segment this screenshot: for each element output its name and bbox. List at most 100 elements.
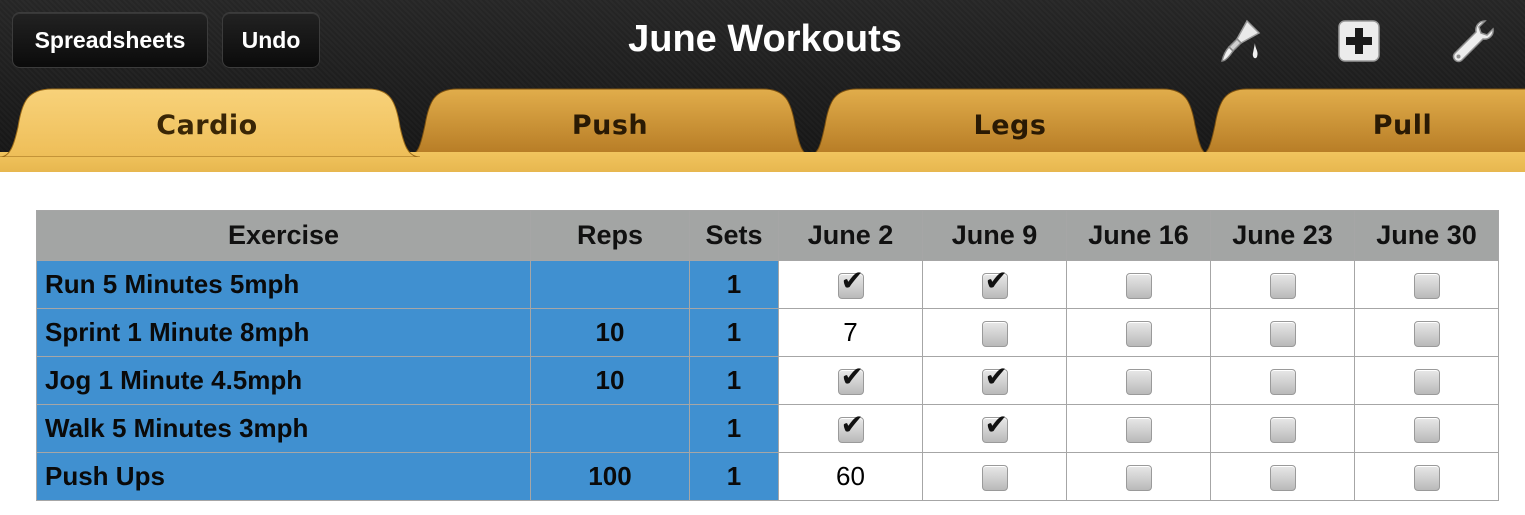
tab-label: Pull [1372,109,1433,141]
date-cell[interactable]: ✔ [778,260,923,309]
undo-button[interactable]: Undo [222,12,320,68]
table-body: Run 5 Minutes 5mph 1 ✔ ✔ Sprint 1 Minute 8mp… [36,260,1499,501]
checkbox-unchecked[interactable] [1413,465,1440,492]
wrench-icon[interactable] [1448,16,1498,66]
header-reps[interactable]: Reps [530,210,690,261]
reps-cell[interactable] [530,404,690,453]
date-cell[interactable] [1210,404,1355,453]
checkbox-checked[interactable]: ✔ [981,410,1008,444]
exercise-cell[interactable]: Run 5 Minutes 5mph [36,260,531,309]
reps-cell[interactable]: 10 [530,356,690,405]
exercise-cell[interactable]: Sprint 1 Minute 8mph [36,308,531,357]
date-cell[interactable] [1354,404,1499,453]
date-cell[interactable] [1210,452,1355,501]
tab-cardio[interactable]: Cardio [0,87,420,157]
date-cell[interactable] [1066,260,1211,309]
checkbox-unchecked[interactable] [1269,465,1296,492]
exercise-cell[interactable]: Jog 1 Minute 4.5mph [36,356,531,405]
checkbox-unchecked[interactable] [981,321,1008,348]
checkbox-checked[interactable]: ✔ [837,410,864,444]
header-june-9[interactable]: June 9 [922,210,1067,261]
date-cell[interactable] [1066,452,1211,501]
date-cell[interactable] [1210,260,1355,309]
cell-value: 60 [836,461,865,491]
date-cell[interactable] [1066,404,1211,453]
workout-table: Exercise Reps Sets June 2 June 9 June 16… [36,210,1499,501]
checkmark-icon: ✔ [840,408,864,442]
checkbox-unchecked[interactable] [1125,417,1152,444]
date-cell[interactable]: 60 [778,452,923,501]
header-june-30[interactable]: June 30 [1354,210,1499,261]
checkbox-unchecked[interactable] [1413,369,1440,396]
tab-label: Cardio [156,109,258,141]
checkbox-unchecked[interactable] [1125,273,1152,300]
sets-cell[interactable]: 1 [689,356,779,405]
exercise-cell[interactable]: Walk 5 Minutes 3mph [36,404,531,453]
checkbox-unchecked[interactable] [1413,417,1440,444]
sets-cell[interactable]: 1 [689,452,779,501]
date-cell[interactable] [1210,356,1355,405]
date-cell[interactable] [1066,308,1211,357]
checkbox-unchecked[interactable] [981,465,1008,492]
exercise-cell[interactable]: Push Ups [36,452,531,501]
date-cell[interactable] [1354,260,1499,309]
tab-push[interactable]: Push [405,87,815,157]
table-row: Push Ups 100 1 60 [36,452,1499,501]
reps-cell[interactable]: 100 [530,452,690,501]
date-cell[interactable] [1210,308,1355,357]
header-june-2[interactable]: June 2 [778,210,923,261]
date-cell[interactable] [1354,452,1499,501]
checkbox-unchecked[interactable] [1125,465,1152,492]
reps-cell[interactable]: 10 [530,308,690,357]
header-june-23[interactable]: June 23 [1210,210,1355,261]
date-cell[interactable]: ✔ [778,404,923,453]
date-cell[interactable]: 7 [778,308,923,357]
tab-legs[interactable]: Legs [805,87,1215,157]
date-cell[interactable]: ✔ [922,404,1067,453]
checkbox-unchecked[interactable] [1269,417,1296,444]
tab-label: Legs [973,109,1047,141]
date-cell[interactable]: ✔ [922,356,1067,405]
checkbox-checked[interactable]: ✔ [837,362,864,396]
table-row: Run 5 Minutes 5mph 1 ✔ ✔ [36,260,1499,309]
reps-cell[interactable] [530,260,690,309]
checkbox-unchecked[interactable] [1269,321,1296,348]
header-exercise[interactable]: Exercise [36,210,531,261]
table-row: Walk 5 Minutes 3mph 1 ✔ ✔ [36,404,1499,453]
date-cell[interactable] [922,452,1067,501]
date-cell[interactable] [1066,356,1211,405]
tab-pull[interactable]: Pull [1195,87,1525,157]
header-june-16[interactable]: June 16 [1066,210,1211,261]
checkmark-icon: ✔ [984,408,1008,442]
paintbrush-icon[interactable] [1216,16,1266,66]
header-sets[interactable]: Sets [689,210,779,261]
sets-cell[interactable]: 1 [689,404,779,453]
date-cell[interactable]: ✔ [922,260,1067,309]
sets-cell[interactable]: 1 [689,260,779,309]
checkmark-icon: ✔ [840,264,864,298]
checkmark-icon: ✔ [984,264,1008,298]
checkbox-checked[interactable]: ✔ [837,266,864,300]
cell-value: 7 [843,317,858,347]
checkbox-unchecked[interactable] [1269,369,1296,396]
checkmark-icon: ✔ [984,360,1008,394]
checkbox-unchecked[interactable] [1125,369,1152,396]
checkbox-unchecked[interactable] [1413,273,1440,300]
checkbox-unchecked[interactable] [1125,321,1152,348]
spreadsheets-button[interactable]: Spreadsheets [12,12,208,68]
sets-cell[interactable]: 1 [689,308,779,357]
checkbox-checked[interactable]: ✔ [981,362,1008,396]
date-cell[interactable] [922,308,1067,357]
spreadsheet-title: June Workouts [628,18,902,60]
date-cell[interactable] [1354,308,1499,357]
add-icon[interactable] [1334,16,1384,66]
top-toolbar: Spreadsheets Undo June Workouts Pull Leg… [0,0,1525,172]
date-cell[interactable] [1354,356,1499,405]
date-cell[interactable]: ✔ [778,356,923,405]
header-row: Exercise Reps Sets June 2 June 9 June 16… [36,210,1499,261]
checkmark-icon: ✔ [840,360,864,394]
checkbox-unchecked[interactable] [1413,321,1440,348]
table-row: Jog 1 Minute 4.5mph 10 1 ✔ ✔ [36,356,1499,405]
checkbox-checked[interactable]: ✔ [981,266,1008,300]
checkbox-unchecked[interactable] [1269,273,1296,300]
